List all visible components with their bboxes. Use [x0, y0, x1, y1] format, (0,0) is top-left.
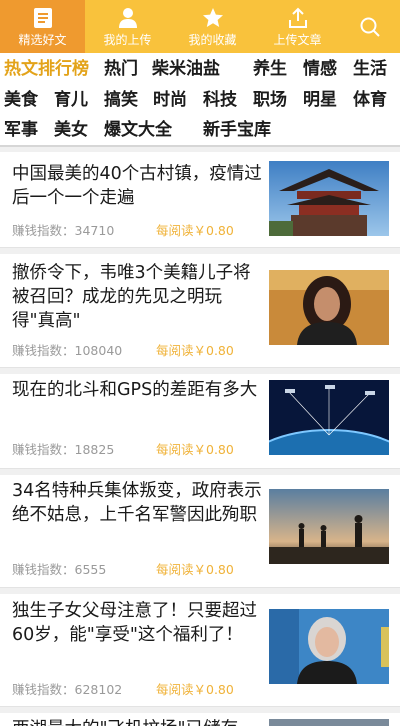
- price-per-read: 每阅读￥0.80: [156, 682, 234, 697]
- upload-icon: [287, 6, 309, 30]
- tab-my-uploads-label: 我的上传: [103, 33, 152, 47]
- earning-index-label: 赚钱指数：: [12, 223, 75, 238]
- elderly-woman-speech-photo: [269, 609, 389, 684]
- article-item[interactable]: 独生子女父母注意了！只要超过60岁，能"享受"这个福利了！ 赚钱指数：62810…: [0, 594, 400, 707]
- earning-index: 赚钱指数：34710: [12, 220, 114, 239]
- article-item[interactable]: 中国最美的40个古村镇，疫情过后一个一个走遍 赚钱指数：34710 每阅读￥0.…: [0, 152, 400, 248]
- tab-featured-articles[interactable]: 精选好文: [0, 0, 85, 53]
- category-celebrity[interactable]: 明星: [303, 87, 337, 113]
- woman-portrait-photo: [269, 270, 389, 345]
- article-item[interactable]: 撤侨令下，韦唯3个美籍儿子将被召回？成龙的先见之明玩得"真高" 赚钱指数：108…: [0, 254, 400, 368]
- category-emotion[interactable]: 情感: [303, 56, 337, 82]
- category-health[interactable]: 养生: [253, 56, 287, 82]
- article-title: 34名特种兵集体叛变，政府表示绝不姑息，上千名军警因此殉职: [12, 481, 262, 525]
- earning-index-value: 108040: [74, 343, 123, 358]
- article-item[interactable]: 西湖最大的"飞机坟场"已储存: [0, 713, 400, 726]
- satellite-earth-photo: [269, 380, 389, 455]
- article-item[interactable]: 现在的北斗和GPS的差距有多大 赚钱指数：18825 每阅读￥0.80: [0, 374, 400, 469]
- tab-my-favorites[interactable]: 我的收藏: [170, 0, 255, 53]
- category-popular[interactable]: 热门: [104, 56, 138, 82]
- earning-index: 赚钱指数：18825: [12, 439, 114, 458]
- earning-index-label: 赚钱指数：: [12, 343, 75, 358]
- tab-upload-label: 上传文章: [273, 33, 322, 47]
- category-hot-ranking[interactable]: 热文排行榜: [4, 56, 89, 82]
- category-grid: 热文排行榜 热门 柴米油盐 养生 情感 生活 美食 育儿 搞笑 时尚 科技 职场…: [0, 53, 400, 145]
- category-life[interactable]: 生活: [353, 56, 387, 82]
- article-item[interactable]: 34名特种兵集体叛变，政府表示绝不姑息，上千名军警因此殉职 赚钱指数：6555 …: [0, 475, 400, 588]
- category-parenting[interactable]: 育儿: [54, 87, 88, 113]
- category-fashion[interactable]: 时尚: [153, 87, 187, 113]
- earning-index-label: 赚钱指数：: [12, 682, 75, 697]
- article-title: 撤侨令下，韦唯3个美籍儿子将被召回？成龙的先见之明玩得"真高": [12, 263, 251, 331]
- price-per-read: 每阅读￥0.80: [156, 442, 234, 457]
- category-food[interactable]: 美食: [4, 87, 38, 113]
- soldiers-sunset-photo: [269, 489, 389, 564]
- earning-index-value: 6555: [74, 562, 107, 577]
- category-career[interactable]: 职场: [253, 87, 287, 113]
- earning-index-label: 赚钱指数：: [12, 442, 75, 457]
- article-title: 现在的北斗和GPS的差距有多大: [12, 380, 258, 400]
- search-icon: [359, 15, 381, 39]
- earning-index: 赚钱指数：6555: [12, 559, 106, 578]
- tab-my-uploads[interactable]: 我的上传: [85, 0, 170, 53]
- price-per-read: 每阅读￥0.80: [156, 343, 234, 358]
- category-beauty[interactable]: 美女: [54, 117, 88, 143]
- category-viral-articles[interactable]: 爆文大全: [104, 117, 172, 143]
- category-daily-life[interactable]: 柴米油盐: [152, 56, 220, 82]
- star-icon: [202, 6, 224, 30]
- category-beginner-guide[interactable]: 新手宝库: [203, 117, 271, 143]
- document-icon: [32, 6, 54, 30]
- article-title: 独生子女父母注意了！只要超过60岁，能"享受"这个福利了！: [12, 601, 257, 645]
- earning-index-value: 628102: [74, 682, 123, 697]
- earning-index-value: 18825: [74, 442, 115, 457]
- partial-photo: [269, 719, 389, 726]
- tab-my-favorites-label: 我的收藏: [188, 33, 237, 47]
- tab-upload-article[interactable]: 上传文章: [255, 0, 340, 53]
- top-nav-bar: 精选好文 我的上传 我的收藏 上传文章: [0, 0, 400, 53]
- article-title: 中国最美的40个古村镇，疫情过后一个一个走遍: [12, 164, 262, 208]
- earning-index-label: 赚钱指数：: [12, 562, 75, 577]
- category-funny[interactable]: 搞笑: [104, 87, 138, 113]
- price-per-read: 每阅读￥0.80: [156, 223, 234, 238]
- earning-index-value: 34710: [74, 223, 115, 238]
- earning-index: 赚钱指数：628102: [12, 679, 122, 698]
- price-per-read: 每阅读￥0.80: [156, 562, 234, 577]
- earning-index: 赚钱指数：108040: [12, 340, 122, 359]
- category-tech[interactable]: 科技: [203, 87, 237, 113]
- category-sports[interactable]: 体育: [353, 87, 387, 113]
- pagoda-photo: [269, 161, 389, 236]
- tab-featured-label: 精选好文: [18, 33, 67, 47]
- user-icon: [117, 6, 139, 30]
- category-military[interactable]: 军事: [4, 117, 38, 143]
- search-button[interactable]: [340, 0, 400, 53]
- article-title: 西湖最大的"飞机坟场"已储存: [12, 717, 262, 726]
